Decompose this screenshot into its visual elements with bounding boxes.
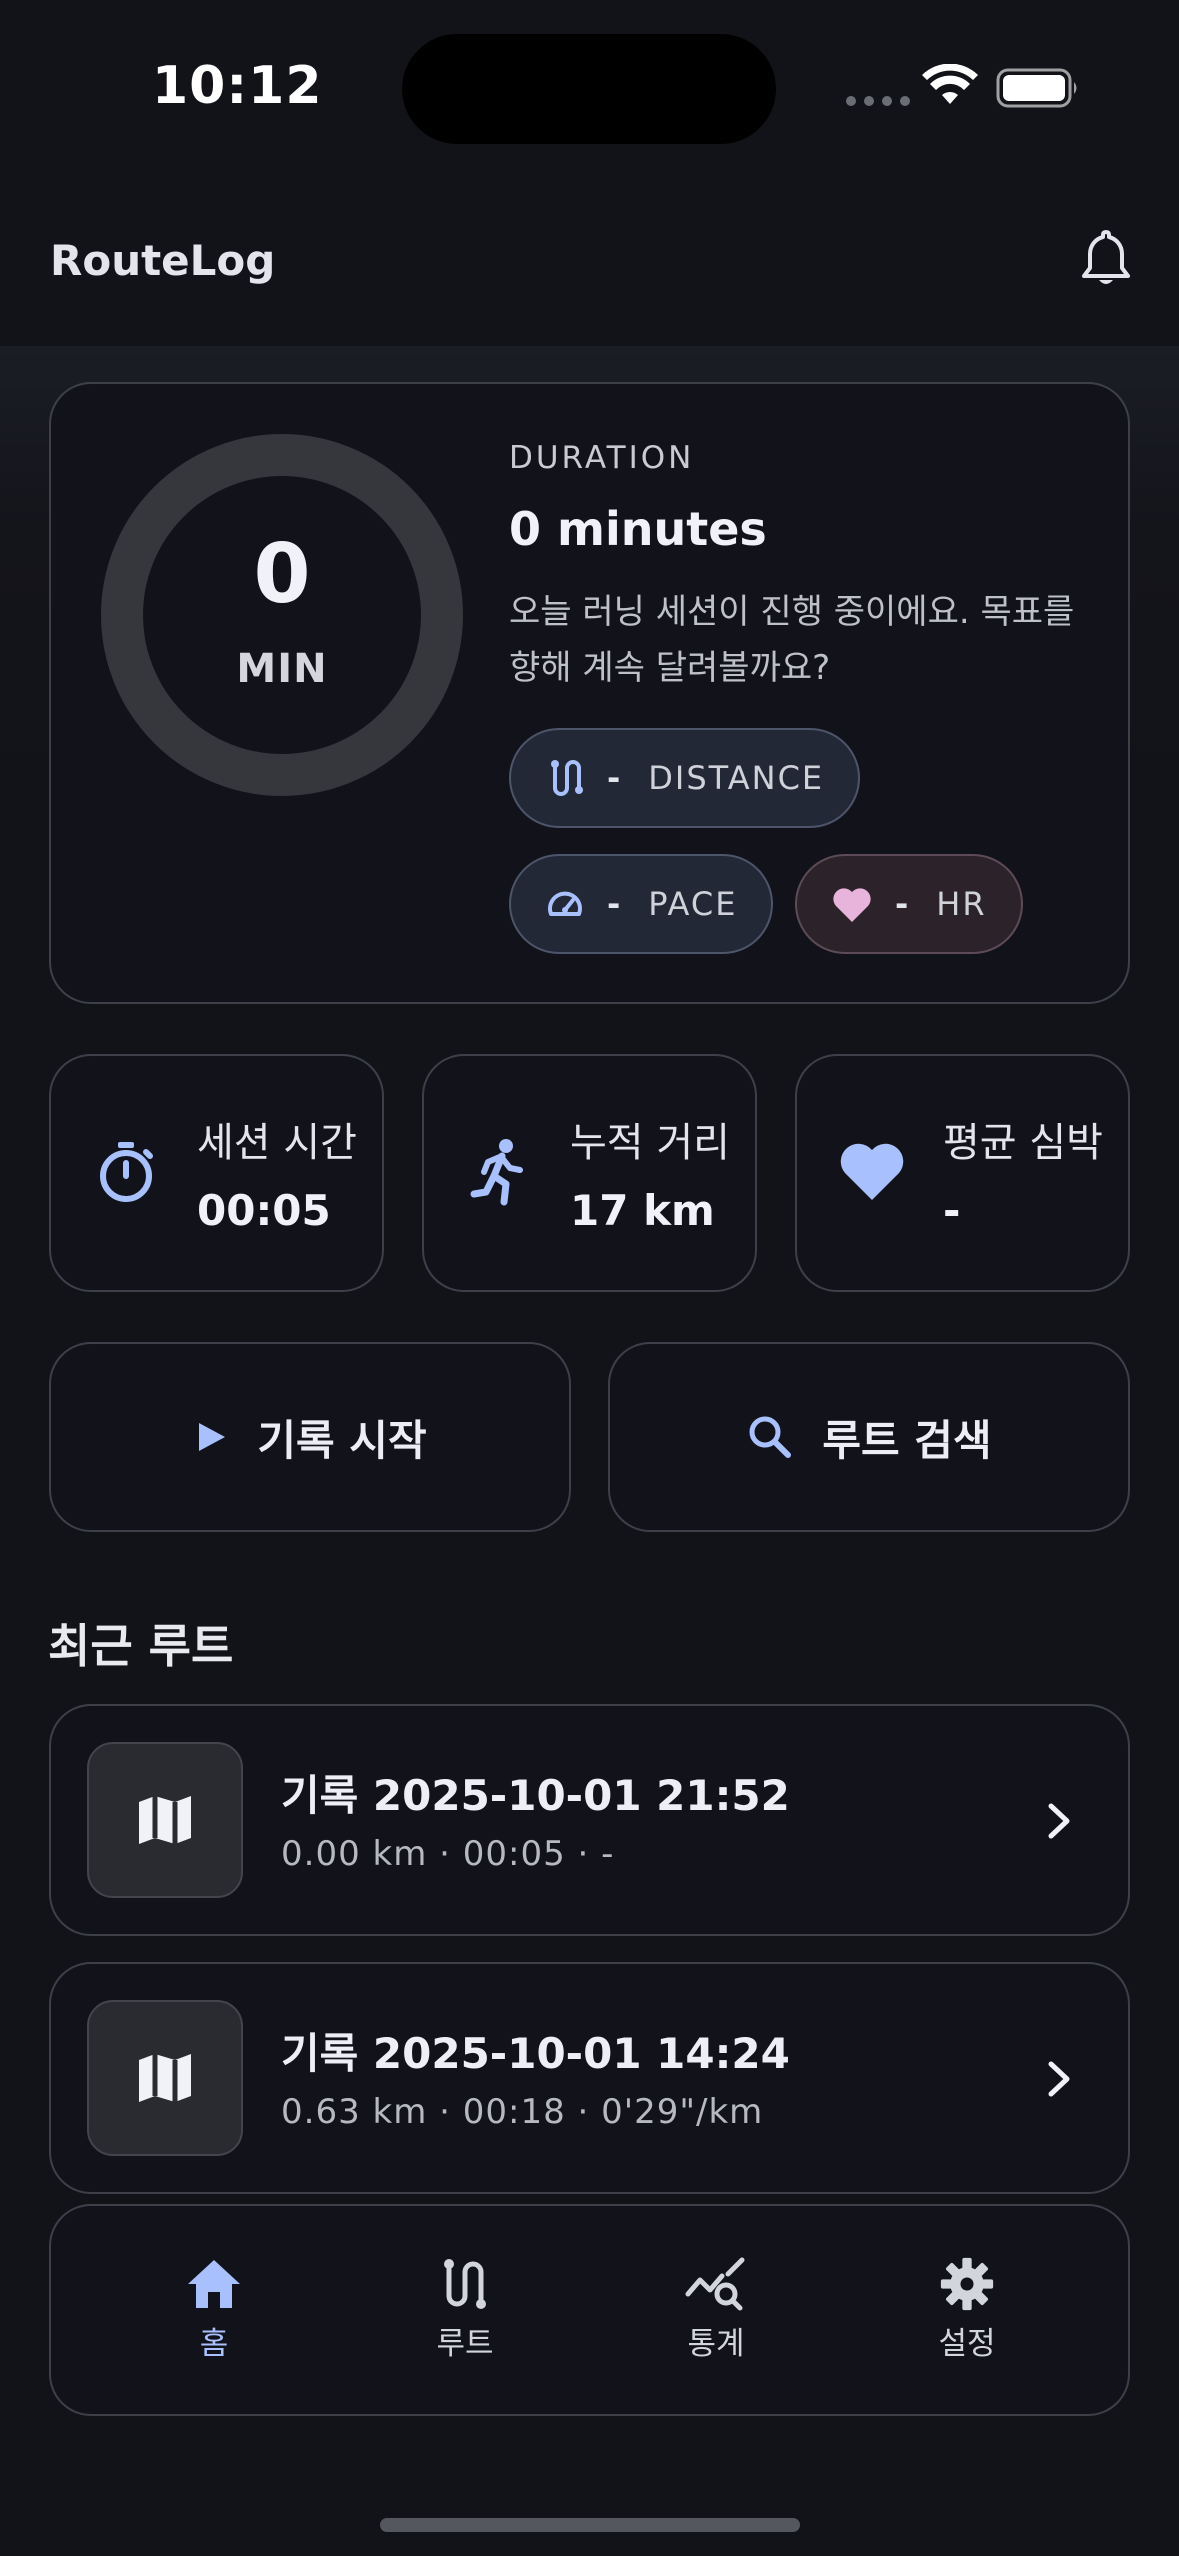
nav-item-stats[interactable]: 통계 bbox=[641, 2256, 791, 2363]
stat-value: - bbox=[943, 1186, 961, 1235]
running-icon bbox=[470, 1139, 523, 1206]
search-route-button[interactable]: 루트 검색 bbox=[608, 1342, 1130, 1532]
search-route-label: 루트 검색 bbox=[822, 1415, 992, 1465]
app-title: RouteLog bbox=[50, 236, 276, 285]
battery-icon bbox=[996, 68, 1077, 108]
status-time: 10:12 bbox=[152, 56, 323, 116]
chevron-right-icon bbox=[1048, 1803, 1070, 1839]
app-bar: RouteLog bbox=[0, 170, 1179, 346]
distance-value: - bbox=[607, 759, 623, 797]
search-icon bbox=[749, 1416, 792, 1458]
stat-label: 평균 심박 bbox=[943, 1120, 1103, 1166]
hr-chip: - HR bbox=[795, 854, 1023, 954]
nav-label: 홈 bbox=[199, 2326, 229, 2362]
start-recording-button[interactable]: 기록 시작 bbox=[49, 1342, 571, 1532]
duration-value: 0 minutes bbox=[509, 502, 767, 556]
map-icon bbox=[139, 1796, 191, 1844]
stat-label: 누적 거리 bbox=[570, 1120, 730, 1166]
pace-label: PACE bbox=[648, 885, 738, 923]
route-title: 기록 2025-10-01 14:24 bbox=[281, 2029, 790, 2078]
nav-label: 루트 bbox=[436, 2326, 494, 2362]
duration-card: 0 MIN DURATION 0 minutes 오늘 러닝 세션이 진행 중이… bbox=[49, 382, 1130, 1004]
pace-value: - bbox=[607, 885, 623, 923]
stat-label: 세션 시간 bbox=[197, 1120, 357, 1166]
chevron-right-icon bbox=[1048, 2061, 1070, 2097]
dynamic-island bbox=[402, 34, 776, 144]
bell-icon[interactable] bbox=[1080, 228, 1132, 290]
status-bar: 10:12 bbox=[0, 0, 1179, 170]
route-thumbnail bbox=[87, 1742, 243, 1898]
nav-item-routes[interactable]: 루트 bbox=[390, 2256, 540, 2363]
home-icon bbox=[188, 2260, 240, 2308]
route-title: 기록 2025-10-01 21:52 bbox=[281, 1771, 790, 1820]
map-icon bbox=[139, 2054, 191, 2102]
start-recording-label: 기록 시작 bbox=[257, 1415, 427, 1465]
heart-icon bbox=[840, 1143, 904, 1200]
nav-label: 통계 bbox=[687, 2326, 745, 2362]
recent-routes-title: 최근 루트 bbox=[48, 1619, 234, 1673]
route-icon bbox=[444, 2259, 486, 2309]
route-meta: 0.63 km · 00:18 · 0'29"/km bbox=[281, 2092, 764, 2132]
heart-icon bbox=[833, 888, 871, 922]
distance-label: DISTANCE bbox=[648, 759, 825, 797]
session-description: 오늘 러닝 세션이 진행 중이에요. 목표를 향해 계속 달려볼까요? bbox=[509, 592, 1075, 688]
route-meta: 0.00 km · 00:05 · - bbox=[281, 1834, 615, 1874]
route-list-item[interactable]: 기록 2025-10-01 14:24 0.63 km · 00:18 · 0'… bbox=[49, 1962, 1130, 2194]
hr-label: HR bbox=[936, 885, 987, 923]
stat-value: 17 km bbox=[570, 1186, 715, 1235]
stat-card-session-time: 세션 시간 00:05 bbox=[49, 1054, 384, 1292]
speedometer-icon bbox=[548, 891, 582, 916]
screen: 10:12 RouteLog 0 MIN DURATION 0 minutes bbox=[0, 0, 1179, 2556]
stopwatch-icon bbox=[100, 1142, 153, 1202]
wifi-icon bbox=[922, 64, 978, 104]
stat-value: 00:05 bbox=[197, 1186, 331, 1235]
nav-item-settings[interactable]: 설정 bbox=[892, 2256, 1042, 2363]
stats-search-icon bbox=[685, 2257, 745, 2311]
stat-card-average-heart-rate: 평균 심박 - bbox=[795, 1054, 1130, 1292]
pace-chip: - PACE bbox=[509, 854, 774, 954]
stat-card-total-distance: 누적 거리 17 km bbox=[422, 1054, 757, 1292]
route-icon bbox=[551, 760, 583, 796]
cellular-signal-icon bbox=[846, 96, 910, 106]
duration-label: DURATION bbox=[509, 440, 695, 476]
gear-icon bbox=[940, 2257, 994, 2311]
ring-unit: MIN bbox=[236, 646, 328, 692]
route-list-item[interactable]: 기록 2025-10-01 21:52 0.00 km · 00:05 · - bbox=[49, 1704, 1130, 1936]
nav-label: 설정 bbox=[938, 2326, 996, 2362]
play-icon bbox=[199, 1423, 226, 1451]
nav-item-home[interactable]: 홈 bbox=[139, 2256, 289, 2363]
ring-value: 0 bbox=[253, 527, 311, 622]
home-indicator[interactable] bbox=[380, 2518, 800, 2532]
distance-chip: - DISTANCE bbox=[509, 728, 861, 828]
route-thumbnail bbox=[87, 2000, 243, 2156]
hr-value: - bbox=[895, 885, 911, 923]
bottom-navigation: 홈 루트 통계 설정 bbox=[49, 2204, 1130, 2416]
